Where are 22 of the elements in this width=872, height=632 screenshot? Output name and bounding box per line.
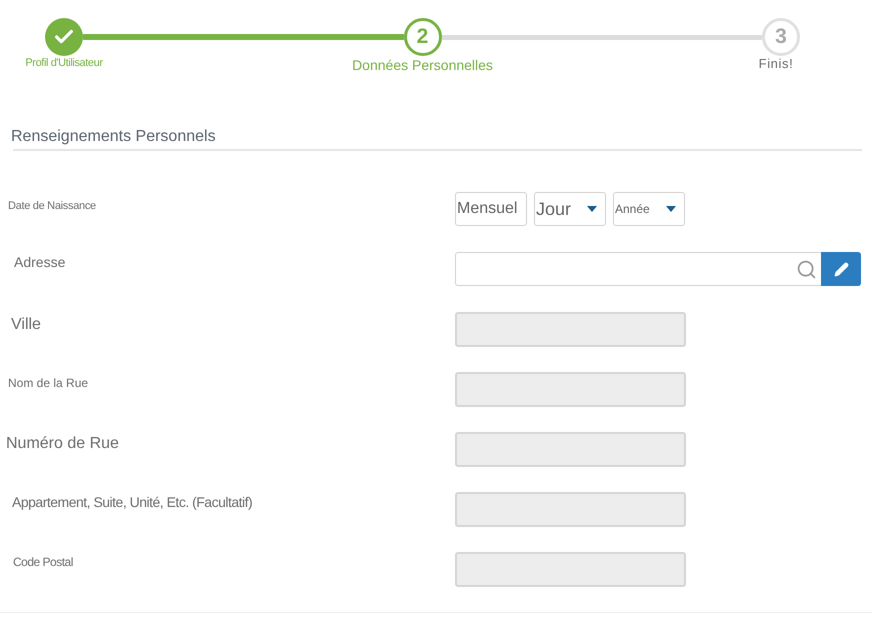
step-circle: 2: [404, 18, 442, 56]
search-icon: [796, 258, 817, 280]
step-label: Profil d'Utilisateur: [25, 57, 103, 69]
field-label: Appartement, Suite, Unité, Etc. (Facultatif): [12, 494, 252, 511]
edit-button[interactable]: [821, 252, 861, 286]
field-label: Numéro de Rue: [6, 434, 119, 454]
step-label: Finis!: [758, 56, 794, 71]
caret-down-icon: [587, 206, 597, 212]
field-label: Code Postal: [13, 555, 73, 570]
field-label: Adresse: [14, 254, 66, 271]
section-title: Renseignements Personnels: [11, 127, 217, 146]
field-label: Date de Naissance: [8, 200, 96, 214]
address-search-field[interactable]: [455, 252, 821, 286]
dropdown-select[interactable]: Jour: [534, 192, 606, 226]
step-circle: 3: [762, 18, 800, 56]
dropdown-select[interactable]: Année: [613, 192, 685, 226]
pencil-icon: [834, 262, 848, 276]
dropdown-select[interactable]: Mensuel: [455, 192, 527, 226]
step-label: Données Personnelles: [352, 57, 493, 73]
caret-down-icon: [666, 206, 676, 212]
field-label: Ville: [11, 315, 41, 334]
field-label: Nom de la Rue: [8, 376, 88, 390]
